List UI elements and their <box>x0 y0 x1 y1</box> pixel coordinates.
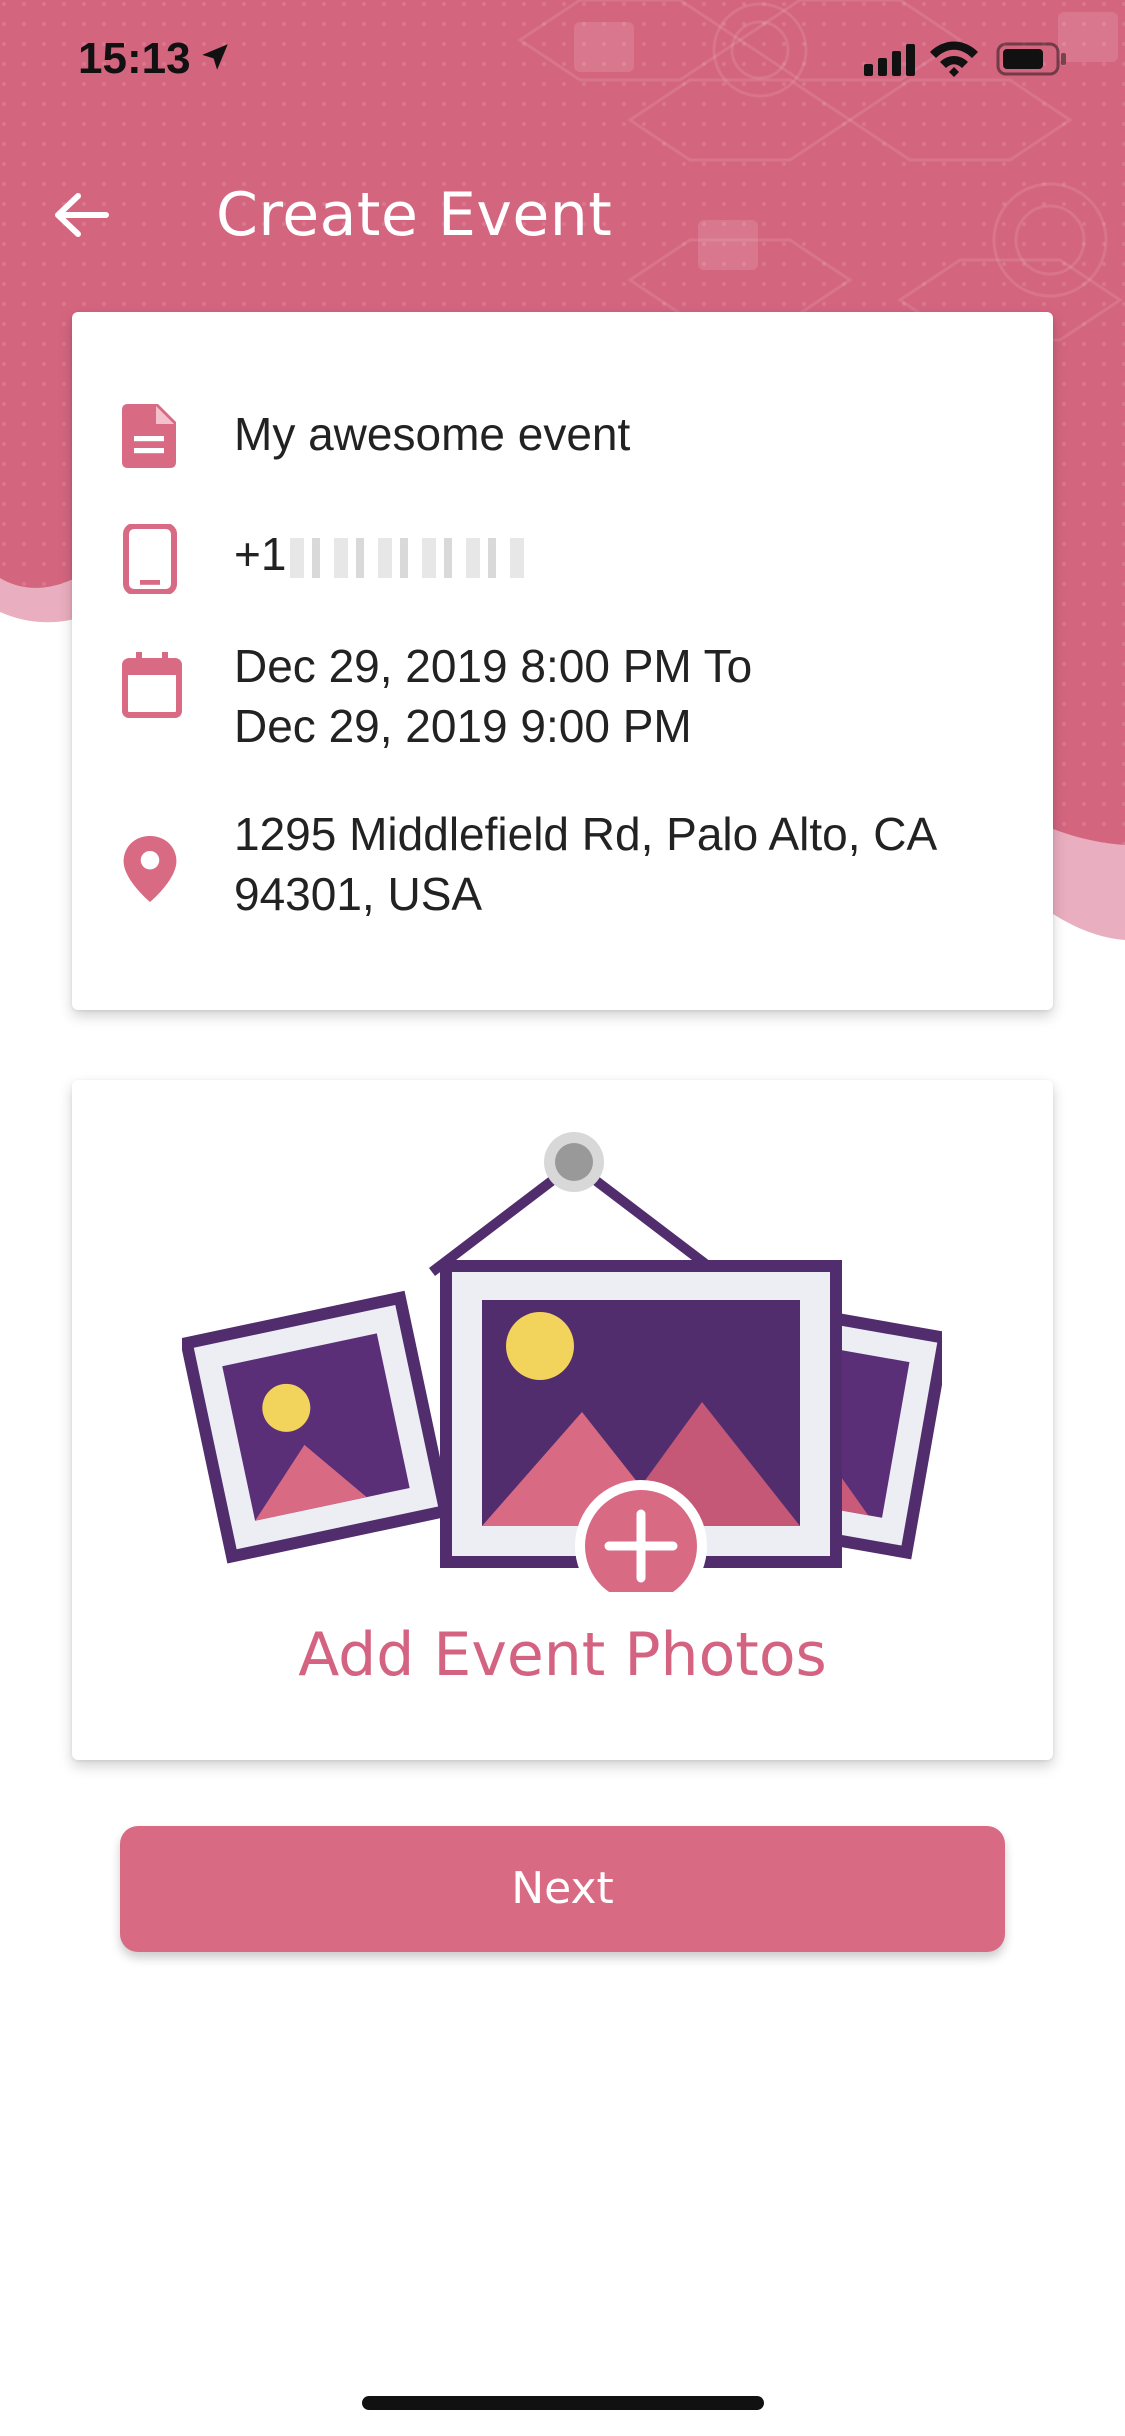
phone-icon <box>123 524 177 594</box>
event-name: My awesome event <box>234 408 631 460</box>
redacted-phone-number <box>290 537 531 578</box>
document-icon <box>122 404 176 468</box>
add-photo-frames-icon[interactable] <box>182 1112 942 1592</box>
event-date-start: Dec 29, 2019 8:00 PM To <box>234 640 753 692</box>
event-address-line1: 1295 Middlefield Rd, Palo Alto, CA <box>234 808 938 860</box>
add-photos-card[interactable]: Add Event Photos <box>72 1080 1053 1760</box>
map-pin-icon <box>123 836 177 902</box>
arrow-left-icon[interactable] <box>52 190 112 240</box>
status-bar: 15:13 <box>0 0 1125 120</box>
status-time: 15:13 <box>78 34 191 83</box>
event-date-end: Dec 29, 2019 9:00 PM <box>234 700 692 752</box>
battery-icon <box>996 42 1066 76</box>
home-indicator[interactable] <box>362 2396 764 2410</box>
event-phone: +1 <box>234 524 1013 584</box>
signal-icon <box>864 44 915 76</box>
location-arrow-icon <box>202 44 228 70</box>
add-photos-label[interactable]: Add Event Photos <box>72 1620 1053 1690</box>
event-details-card: My awesome event +1 Dec 29, 2019 8:00 PM… <box>72 312 1053 1010</box>
event-address-line2: 94301, USA <box>234 868 483 920</box>
wifi-icon <box>930 41 978 77</box>
app-bar: Create Event <box>0 160 1125 270</box>
next-button[interactable]: Next <box>120 1826 1005 1952</box>
phone-prefix: +1 <box>234 528 287 580</box>
page-title: Create Event <box>216 180 613 250</box>
calendar-icon <box>122 652 182 718</box>
